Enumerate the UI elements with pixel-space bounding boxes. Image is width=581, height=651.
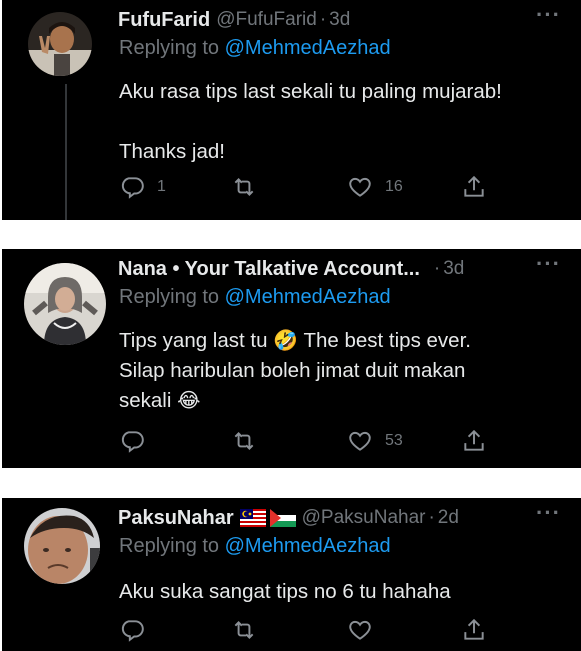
tweet-text-line: Aku rasa tips last sekali tu paling muja… [119,80,502,103]
display-name[interactable]: PaksuNahar [118,506,234,530]
mention-link[interactable]: @MehmedAezhad [225,37,391,59]
share-button[interactable] [461,617,487,643]
action-bar: 1 16 [119,174,519,204]
share-icon [464,429,484,451]
retweet-icon [234,178,254,196]
display-name[interactable]: Nana • Your Talkative Account... [118,257,420,281]
separator: · [319,9,327,30]
retweet-button[interactable] [231,617,257,643]
more-options-icon[interactable]: ··· [536,4,561,26]
share-icon [464,175,484,197]
heart-icon [349,620,371,640]
palestine-flag-icon [269,509,296,527]
action-bar [119,617,519,647]
reply-icon [121,431,144,453]
share-button[interactable] [461,174,487,200]
separator: · [428,507,435,528]
rofl-emoji: 🤣 [273,330,299,352]
tweet-text-segment: Tips yang last tu [119,329,268,352]
action-bar: 53 [119,428,519,458]
timestamp[interactable]: 2d [438,506,459,530]
tweet-text-segment: The best tips ever. [303,329,471,352]
tweet-header: PaksuNahar @PaksuNahar · 2d [118,506,551,530]
tweet-text: Aku rasa tips last sekali tu paling muja… [119,77,579,167]
reply-icon [121,620,144,642]
user-handle[interactable]: @PaksuNahar [302,506,426,530]
reply-count: 1 [157,178,166,195]
reply-icon [121,177,144,199]
avatar[interactable] [24,508,100,584]
tweet-text: Tips yang last tu 🤣 The best tips ever. … [119,326,579,416]
tweet-text-line: Tips yang last tu 🤣 The best tips ever. [119,326,579,356]
tweet-text-line: Aku suka sangat tips no 6 tu hahaha [119,580,451,603]
like-button[interactable]: 53 [347,428,403,454]
tweet-card[interactable]: PaksuNahar @PaksuNahar · 2d ··· Replying… [2,498,581,651]
like-count: 53 [385,432,403,449]
like-button[interactable]: 16 [347,174,403,200]
reply-button[interactable]: 1 [119,174,166,200]
heart-icon [349,177,371,197]
tweet-text: Aku suka sangat tips no 6 tu hahaha [119,577,579,607]
avatar[interactable] [28,12,92,76]
timestamp[interactable]: 3d [329,8,350,32]
replying-to: Replying to @MehmedAezhad [119,37,391,60]
replying-prefix: Replying to [119,286,220,308]
thread-line [65,84,67,220]
replying-to: Replying to @MehmedAezhad [119,286,391,309]
name-flags [239,509,296,527]
mention-link[interactable]: @MehmedAezhad [225,286,391,308]
avatar[interactable] [24,263,106,345]
separator: · [433,258,441,279]
reply-button[interactable] [119,428,145,454]
display-name[interactable]: FufuFarid [118,8,210,32]
retweet-icon [234,621,254,639]
share-button[interactable] [461,428,487,454]
tweet-text-line: sekali 😂 [119,386,579,416]
tears-of-joy-emoji: 😂 [177,390,201,412]
replying-to: Replying to @MehmedAezhad [119,535,391,558]
user-handle[interactable]: @FufuFarid [216,8,317,32]
malaysia-flag-icon [239,509,266,527]
retweet-button[interactable] [231,428,257,454]
retweet-icon [234,432,254,450]
retweet-button[interactable] [231,174,257,200]
like-count: 16 [385,178,403,195]
timestamp[interactable]: 3d [443,257,464,281]
tweet-header: Nana • Your Talkative Account... · 3d [118,257,551,281]
tweet-card[interactable]: FufuFarid @FufuFarid · 3d ··· Replying t… [2,0,581,220]
heart-icon [349,431,371,451]
replying-prefix: Replying to [119,535,220,557]
more-options-icon[interactable]: ··· [536,253,561,275]
like-button[interactable] [347,617,373,643]
tweet-text-line: Thanks jad! [119,140,225,163]
mention-link[interactable]: @MehmedAezhad [225,535,391,557]
reply-button[interactable] [119,617,145,643]
tweet-text-line: Silap haribulan boleh jimat duit makan [119,359,466,382]
more-options-icon[interactable]: ··· [536,502,561,524]
tweet-header: FufuFarid @FufuFarid · 3d [118,8,551,32]
replying-prefix: Replying to [119,37,220,59]
tweet-text-segment: sekali [119,389,172,412]
share-icon [464,618,484,640]
